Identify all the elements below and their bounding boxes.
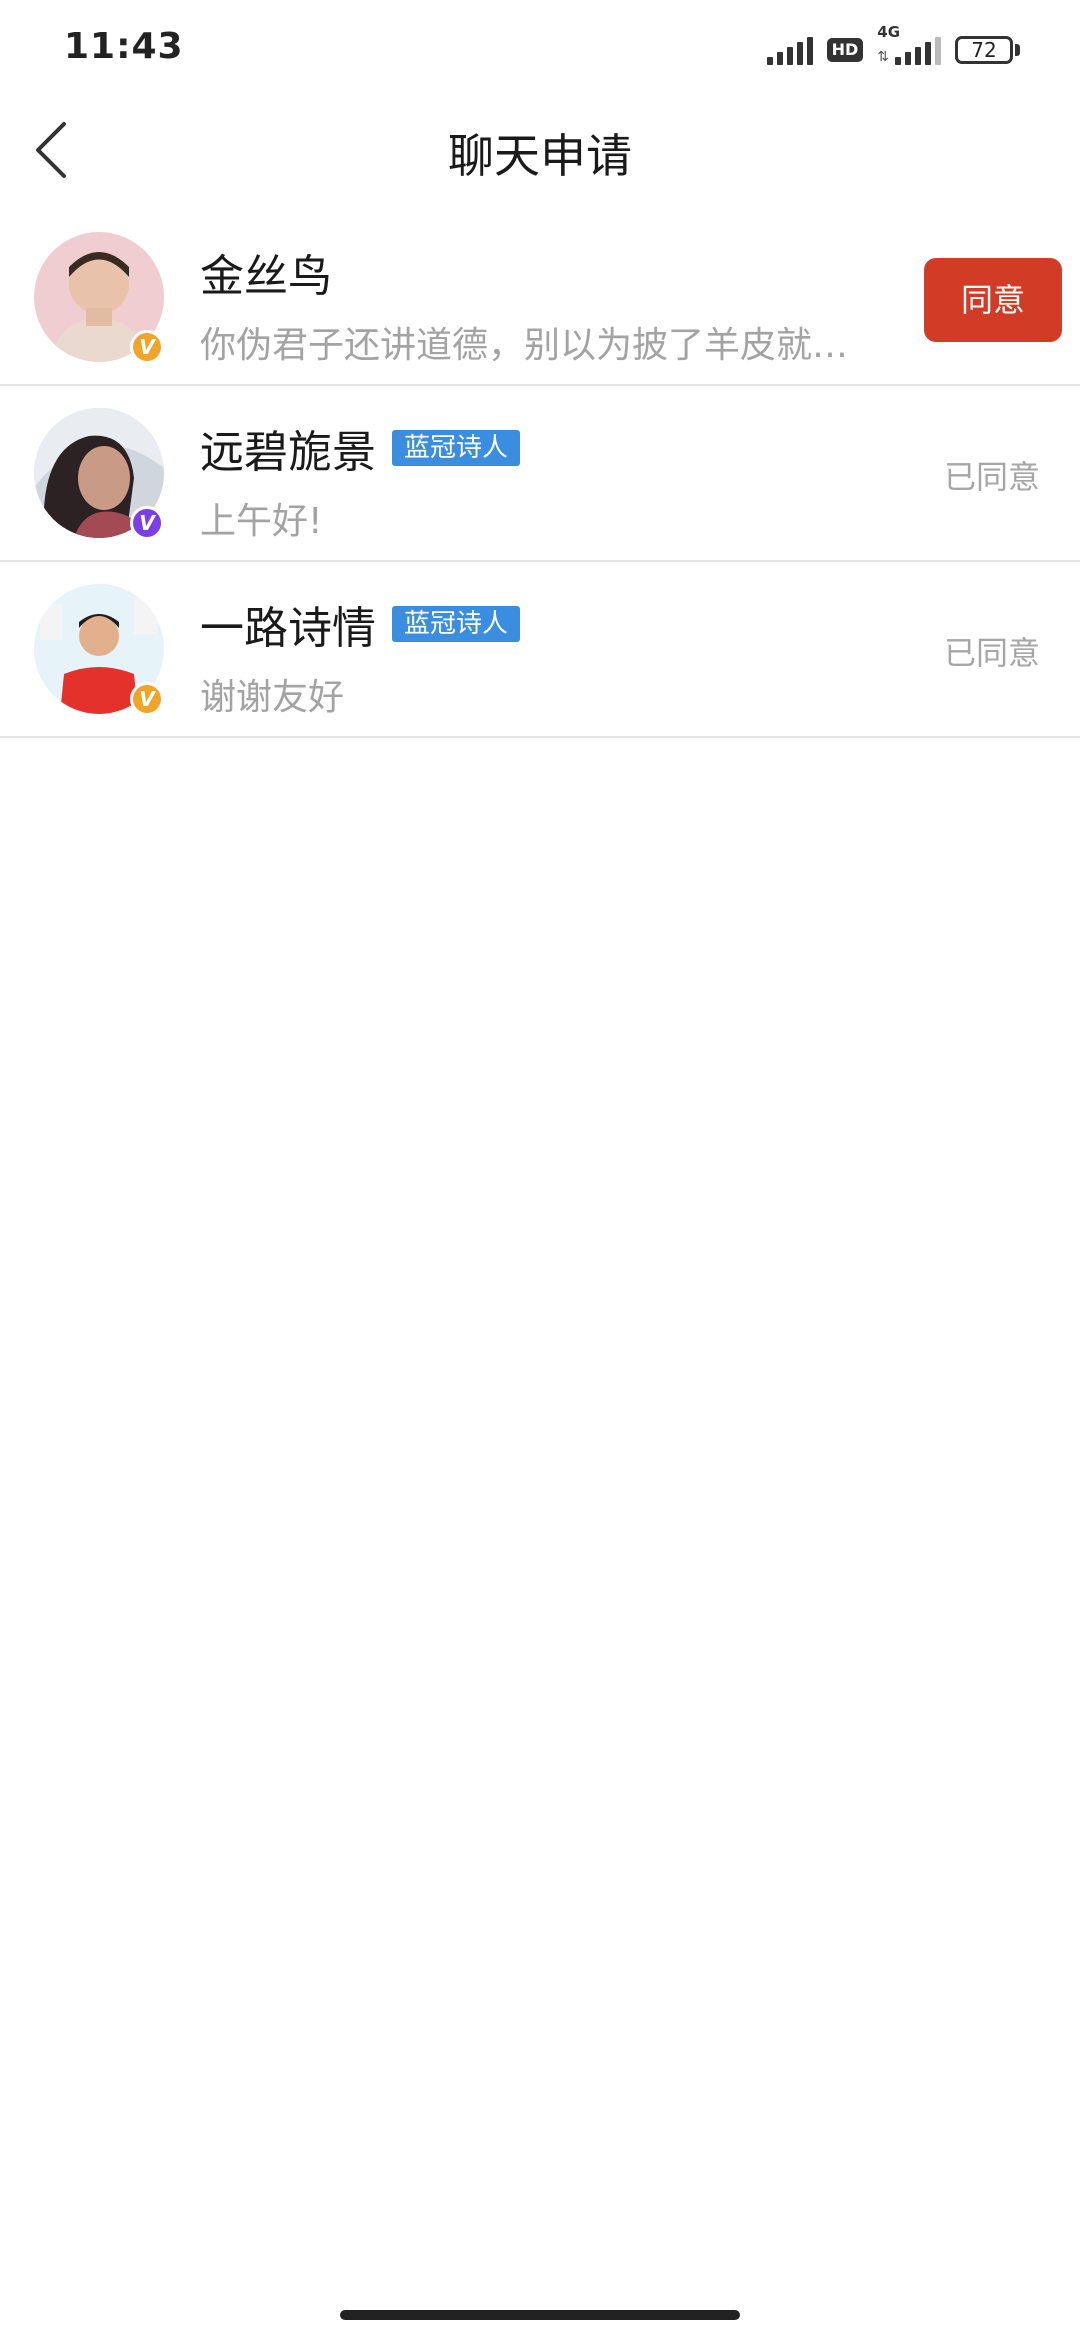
network-signal-icon: 4G ⇅	[877, 23, 941, 65]
header: 聊天申请	[0, 100, 1080, 200]
status-bar: 11:43 HD 4G ⇅ 72	[0, 0, 1080, 100]
user-name: 金丝鸟	[200, 251, 332, 302]
user-name: 远碧旎景	[200, 427, 376, 478]
network-label: 4G	[877, 23, 901, 41]
battery-icon: 72	[955, 36, 1020, 64]
home-indicator[interactable]	[340, 2310, 740, 2320]
name-line: 远碧旎景 蓝冠诗人	[200, 416, 521, 480]
chat-request-row[interactable]: V 一路诗情 蓝冠诗人 谢谢友好 已同意	[0, 562, 1080, 738]
hd-badge: HD	[826, 38, 864, 62]
battery-level: 72	[955, 36, 1013, 64]
chat-request-row[interactable]: V 远碧旎景 蓝冠诗人 上午好! 已同意	[0, 386, 1080, 562]
page-title: 聊天申请	[448, 129, 632, 183]
verified-badge-icon: V	[130, 506, 164, 540]
request-status: 已同意	[943, 458, 1040, 496]
request-message: 你伪君子还讲道德，别以为披了羊皮就…	[200, 325, 849, 366]
user-tag-badge: 蓝冠诗人	[392, 430, 521, 466]
name-line: 金丝鸟	[200, 240, 332, 304]
status-icons: HD 4G ⇅ 72	[766, 23, 1020, 70]
agree-button[interactable]: 同意	[924, 258, 1062, 342]
user-tag-badge: 蓝冠诗人	[392, 606, 521, 642]
name-line: 一路诗情 蓝冠诗人	[200, 592, 521, 656]
signal-icon	[766, 35, 813, 65]
verified-badge-icon: V	[130, 682, 164, 716]
verified-badge-icon: V	[130, 330, 164, 364]
status-time: 11:43	[64, 26, 184, 67]
chat-request-row[interactable]: V 金丝鸟 你伪君子还讲道德，别以为披了羊皮就… 同意	[0, 210, 1080, 386]
request-message: 上午好!	[200, 501, 323, 542]
user-name: 一路诗情	[200, 603, 376, 654]
request-message: 谢谢友好	[200, 677, 345, 718]
chat-request-list: V 金丝鸟 你伪君子还讲道德，别以为披了羊皮就… 同意 V 远碧旎景 蓝冠诗人 …	[0, 210, 1080, 738]
request-status: 已同意	[943, 634, 1040, 672]
data-arrows-icon: ⇅	[877, 49, 889, 65]
